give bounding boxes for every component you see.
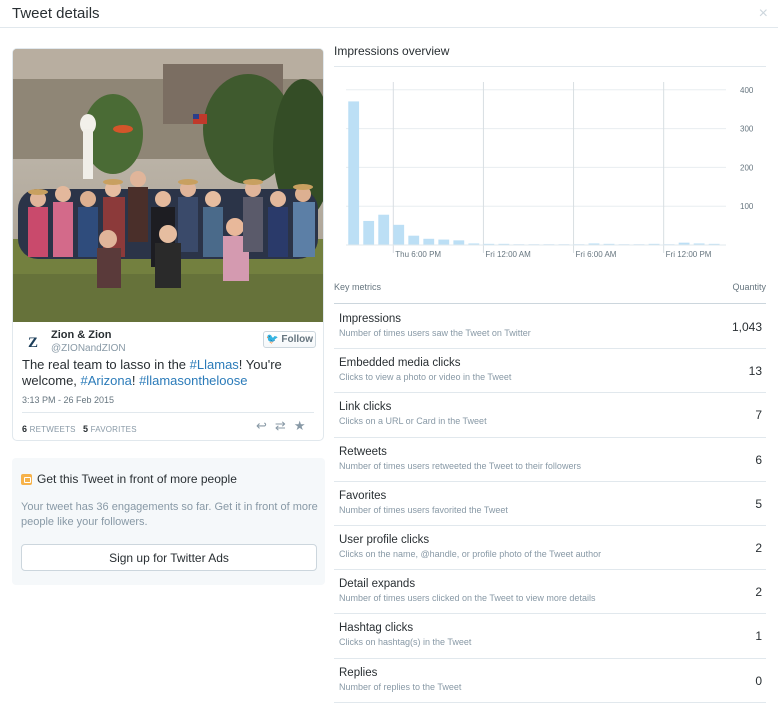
y-tick-label: 200 bbox=[740, 163, 754, 172]
twitter-bird-icon: 🐦 bbox=[265, 334, 279, 345]
chart-bar bbox=[393, 224, 405, 245]
modal-title: Tweet details bbox=[12, 5, 100, 22]
metric-quantity: 6 bbox=[755, 452, 762, 467]
metric-description: Number of times users saw the Tweet on T… bbox=[339, 328, 531, 338]
x-tick-label: Fri 12:00 AM bbox=[485, 250, 531, 259]
chart-bar bbox=[363, 220, 375, 245]
metrics-table: Impressions Number of times users saw the… bbox=[334, 305, 766, 703]
favorite-icon[interactable]: ★ bbox=[294, 418, 306, 434]
metrics-header-left: Key metrics bbox=[334, 282, 382, 292]
metric-name: Hashtag clicks bbox=[339, 622, 414, 635]
promo-title: Get this Tweet in front of more people bbox=[21, 472, 237, 486]
tweet-stats: 6 RETWEETS 5 FAVORITES bbox=[22, 424, 137, 434]
metrics-header: Key metrics Quantity bbox=[334, 282, 766, 304]
tweet-timestamp[interactable]: 3:13 PM - 26 Feb 2015 bbox=[22, 395, 114, 405]
metric-description: Clicks to view a photo or video in the T… bbox=[339, 372, 512, 383]
group-photo-image bbox=[13, 49, 323, 322]
metric-quantity: 0 bbox=[755, 673, 762, 688]
metric-description: Number of times users clicked on the Twe… bbox=[339, 593, 596, 604]
promo-panel: Get this Tweet in front of more people Y… bbox=[12, 458, 325, 585]
follow-button[interactable]: 🐦 Follow bbox=[263, 331, 316, 348]
reply-icon[interactable]: ↩ bbox=[256, 418, 267, 434]
metric-row: Impressions Number of times users saw the… bbox=[334, 305, 766, 350]
metric-quantity: 7 bbox=[755, 408, 762, 423]
metric-name: Favorites bbox=[339, 489, 387, 502]
metric-name: Embedded media clicks bbox=[339, 357, 461, 370]
divider bbox=[334, 66, 766, 67]
impressions-chart: 100 200 300 400 Thu 6:00 PM Fri 12:00 AM Fri 6… bbox=[346, 82, 754, 259]
chart-bar bbox=[423, 238, 435, 245]
tweet-actions: ↩ ⇄ ★ bbox=[256, 418, 305, 434]
hashtag-link[interactable]: #Arizona bbox=[81, 373, 132, 388]
modal-header: Tweet details × bbox=[0, 0, 778, 28]
author-avatar[interactable]: Z bbox=[22, 332, 44, 354]
metric-quantity: 2 bbox=[755, 540, 762, 555]
tweet-text-part: ! bbox=[131, 373, 140, 388]
divider bbox=[22, 412, 314, 413]
x-tick-label: Fri 6:00 AM bbox=[576, 250, 617, 259]
metric-description: Number of replies to the Tweet bbox=[339, 681, 462, 692]
impressions-title: Impressions overview bbox=[334, 44, 450, 58]
tweet-text: The real team to lasso in the #Llamas! Y… bbox=[22, 357, 318, 389]
author-name[interactable]: Zion & Zion bbox=[51, 329, 111, 341]
metrics-header-right: Quantity bbox=[732, 282, 766, 292]
chart-bar bbox=[348, 101, 360, 246]
metric-quantity: 1,043 bbox=[731, 320, 762, 334]
metric-description: Clicks on a URL or Card in the Tweet bbox=[339, 416, 487, 427]
hashtag-link[interactable]: #llamasontheloose bbox=[139, 373, 247, 388]
hashtag-link[interactable]: #Llamas bbox=[190, 357, 239, 372]
metric-row: Retweets Number of times users retweeted … bbox=[334, 438, 766, 482]
y-tick-label: 100 bbox=[740, 202, 754, 211]
retweet-icon[interactable]: ⇄ bbox=[275, 418, 286, 434]
metric-name: Detail expands bbox=[339, 578, 416, 591]
chart-bar bbox=[453, 240, 465, 245]
y-tick-label: 300 bbox=[740, 125, 754, 134]
metric-name: Impressions bbox=[339, 313, 401, 325]
favorites-count: 5 bbox=[82, 424, 89, 434]
metric-row: User profile clicks Clicks on the name, @… bbox=[334, 526, 766, 571]
metric-description: Clicks on hashtag(s) in the Tweet bbox=[339, 637, 472, 648]
metric-row: Embedded media clicks Clicks to view a ph… bbox=[334, 349, 766, 394]
metric-description: Number of times users favorited the Twee… bbox=[339, 504, 508, 515]
ads-icon bbox=[21, 473, 32, 485]
metric-name: User profile clicks bbox=[339, 533, 430, 546]
metric-row: Favorites Number of times users favorited… bbox=[334, 482, 766, 526]
metric-row: Detail expands Number of times users clic… bbox=[334, 570, 766, 615]
tweet-text-part: The real team to lasso in the bbox=[22, 357, 190, 372]
metric-quantity: 1 bbox=[755, 629, 762, 644]
metric-description: Clicks on the name, @handle, or profile … bbox=[339, 548, 602, 559]
chart-bar bbox=[378, 214, 390, 245]
metric-quantity: 13 bbox=[748, 364, 762, 379]
y-tick-label: 400 bbox=[740, 86, 754, 95]
metric-quantity: 5 bbox=[755, 496, 762, 511]
metric-description: Number of times users retweeted the Twee… bbox=[339, 460, 581, 471]
sign-up-ads-button[interactable]: Sign up for Twitter Ads bbox=[21, 544, 317, 571]
metric-name: Retweets bbox=[339, 445, 387, 458]
metric-row: Replies Number of replies to the Tweet 0 bbox=[334, 659, 766, 703]
author-handle[interactable]: @ZIONandZION bbox=[51, 343, 126, 354]
x-tick-label: Thu 6:00 PM bbox=[395, 250, 441, 259]
close-icon[interactable]: × bbox=[759, 5, 768, 23]
promo-title-text: Get this Tweet in front of more people bbox=[37, 472, 237, 486]
retweets-label[interactable]: RETWEETS bbox=[30, 425, 76, 434]
chart-bar bbox=[408, 235, 420, 245]
metric-quantity: 2 bbox=[755, 585, 762, 600]
retweets-count: 6 bbox=[22, 424, 28, 434]
follow-label: Follow bbox=[281, 334, 314, 345]
tweet-card: Z Zion & Zion @ZIONandZION 🐦 Follow The … bbox=[12, 48, 324, 441]
x-tick-label: Fri 12:00 PM bbox=[666, 250, 712, 259]
promo-text: Your tweet has 36 engagements so far. Ge… bbox=[21, 501, 318, 528]
metric-row: Link clicks Clicks on a URL or Card in th… bbox=[334, 393, 766, 438]
metric-row: Hashtag clicks Clicks on hashtag(s) in th… bbox=[334, 614, 766, 659]
favorites-label[interactable]: FAVORITES bbox=[91, 425, 137, 434]
metric-name: Link clicks bbox=[339, 401, 392, 414]
metric-name: Replies bbox=[339, 666, 378, 679]
tweet-photo[interactable] bbox=[13, 49, 323, 322]
chart-bar bbox=[438, 239, 450, 245]
